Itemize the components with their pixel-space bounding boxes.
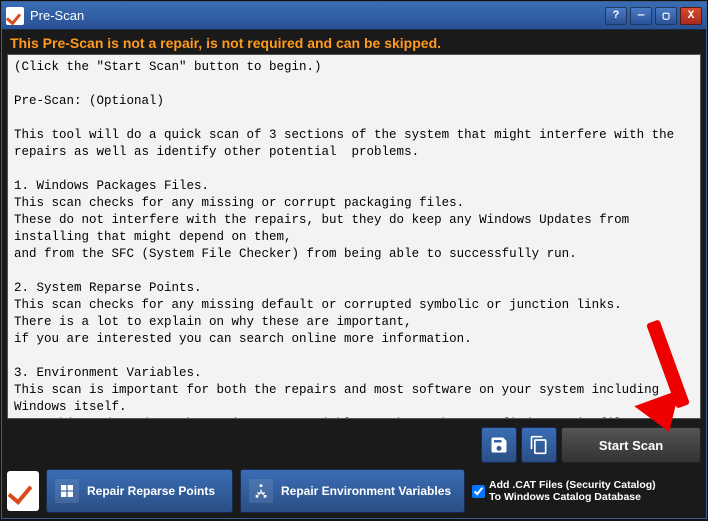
repair-env-label: Repair Environment Variables xyxy=(281,484,451,498)
start-scan-button[interactable]: Start Scan xyxy=(561,427,701,463)
bottombar: Repair Reparse Points Repair Environment… xyxy=(7,469,701,513)
save-icon xyxy=(489,435,509,455)
add-cat-checkbox[interactable] xyxy=(472,485,485,498)
copy-button[interactable] xyxy=(521,427,557,463)
minimize-button[interactable]: — xyxy=(630,7,652,25)
actionbar: Start Scan xyxy=(7,427,701,463)
maximize-button[interactable]: ▢ xyxy=(655,7,677,25)
repair-env-button[interactable]: Repair Environment Variables xyxy=(240,469,465,513)
app-icon xyxy=(6,7,24,25)
save-button[interactable] xyxy=(481,427,517,463)
close-button[interactable]: X xyxy=(680,7,702,25)
help-button[interactable]: ? xyxy=(605,7,627,25)
copy-icon xyxy=(529,435,549,455)
grid-icon xyxy=(55,479,79,503)
output-textarea[interactable] xyxy=(7,54,701,419)
clipboard-icon xyxy=(7,471,39,511)
window-title: Pre-Scan xyxy=(30,8,605,23)
window: Pre-Scan ? — ▢ X This Pre-Scan is not a … xyxy=(1,1,707,519)
hint-text: This Pre-Scan is not a repair, is not re… xyxy=(2,30,706,54)
titlebar-buttons: ? — ▢ X xyxy=(605,7,702,25)
repair-reparse-button[interactable]: Repair Reparse Points xyxy=(46,469,233,513)
add-cat-checkbox-wrap[interactable]: Add .CAT Files (Security Catalog) To Win… xyxy=(472,479,669,503)
add-cat-label: Add .CAT Files (Security Catalog) To Win… xyxy=(489,479,669,503)
output-wrap xyxy=(7,54,701,423)
tree-icon xyxy=(249,479,273,503)
titlebar: Pre-Scan ? — ▢ X xyxy=(2,2,706,30)
repair-reparse-label: Repair Reparse Points xyxy=(87,484,215,498)
